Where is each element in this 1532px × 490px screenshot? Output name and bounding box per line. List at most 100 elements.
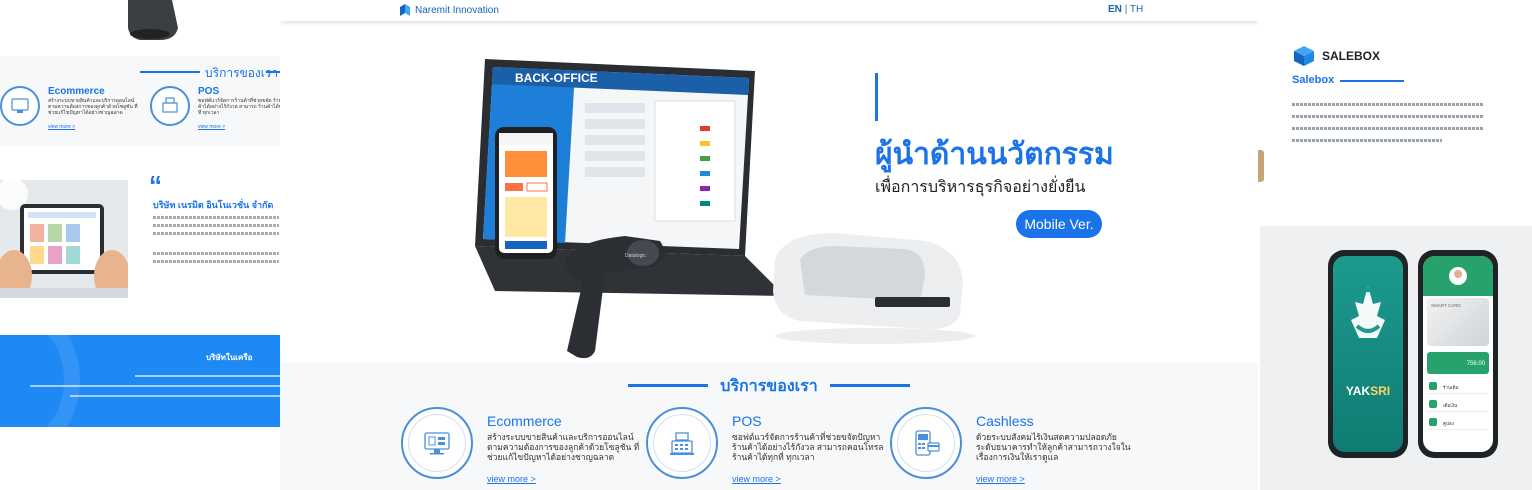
tablet-in-hands-photo xyxy=(0,180,128,298)
wallet-menu-row[interactable]: ร้านเติม xyxy=(1427,380,1489,394)
photo-fragment xyxy=(1258,150,1264,182)
lang-th-link[interactable]: TH xyxy=(1130,4,1143,15)
payment-terminal-icon xyxy=(890,407,962,479)
hero-title: ผู้นำด้านนวัตกรรม xyxy=(875,138,1114,171)
text-line xyxy=(1292,115,1484,118)
yaksri-word-sri: SRI xyxy=(1370,384,1391,398)
mobile-version-button[interactable]: Mobile Ver. xyxy=(1016,210,1102,238)
view-more-link[interactable]: view more > xyxy=(732,474,781,484)
service-name: POS xyxy=(198,86,220,97)
salebox-subtitle: Salebox xyxy=(1292,74,1335,86)
service-name: Cashless xyxy=(976,413,1034,429)
service-desc: ซอฟต์แวร์จัดการร้านค้าที่ช่วยขจัด ร้านค้… xyxy=(198,98,280,116)
phone-image xyxy=(495,127,557,259)
service-desc: สร้างระบบขายสินค้าและบริการออนไลน์ ตามคว… xyxy=(48,98,138,116)
naremit-logo[interactable]: Naremit Innovation xyxy=(398,3,499,17)
salebox-logo-icon xyxy=(1294,46,1314,66)
yaksri-phone-image: YAKSRI xyxy=(1328,250,1408,458)
salebox-brand: SALEBOX xyxy=(1322,49,1381,63)
pos-terminal-image xyxy=(773,233,975,344)
logo-text: Naremit Innovation xyxy=(415,4,499,16)
left-about-section: “ บริษัท เนรมิต อินโนเวชั่น จำกัด xyxy=(0,168,280,313)
divider xyxy=(1340,80,1404,82)
service-name: Ecommerce xyxy=(48,86,105,97)
cash-register-icon xyxy=(150,86,190,126)
text-line xyxy=(153,260,279,263)
text-line xyxy=(135,375,280,377)
service-description: ด้วยระบบสังคมไร้เงินสดความปลอดภัย ระดับธ… xyxy=(976,432,1131,462)
lang-separator: | xyxy=(1124,4,1128,15)
quote-mark-icon: “ xyxy=(149,170,162,200)
affiliates-title: บริษัทในเครือ xyxy=(206,353,253,362)
language-switcher: EN | TH xyxy=(1108,4,1143,15)
text-line xyxy=(153,252,279,255)
text-line xyxy=(153,232,279,235)
view-more-link[interactable]: view more > xyxy=(487,474,536,484)
company-title: บริษัท เนรมิต อินโนเวชั่น จำกัด xyxy=(153,200,274,210)
service-description: สร้างระบบขายสินค้าและบริการออนไลน์ ตามคว… xyxy=(487,432,640,462)
divider xyxy=(266,71,280,73)
view-more-link[interactable]: view more > xyxy=(976,474,1025,484)
smart-card: SMART CARD xyxy=(1427,298,1489,346)
yaksri-logo-icon xyxy=(1351,286,1385,338)
divider xyxy=(140,71,200,73)
hero-subtitle: เพื่อการบริหารธุรกิจอย่างยั่งยืน xyxy=(875,179,1086,196)
smart-card-label: SMART CARD xyxy=(1431,303,1461,308)
view-more-link[interactable]: view more > xyxy=(48,124,75,130)
balance-value: 756.00 xyxy=(1466,361,1485,367)
cash-register-icon xyxy=(646,407,718,479)
wallet-menu-row[interactable]: คูปอง xyxy=(1427,416,1489,430)
menu-icon xyxy=(1429,418,1437,426)
title-divider-right xyxy=(830,384,910,387)
main-page: Naremit Innovation EN | TH BACK-OFFICE D… xyxy=(280,0,1258,490)
text-line xyxy=(70,395,280,397)
wallet-menu-label: คูปอง xyxy=(1443,421,1454,426)
section-title: บริการของเรา xyxy=(205,66,279,80)
affiliates-section: บริษัทในเครือ xyxy=(0,335,280,427)
service-name: Ecommerce xyxy=(487,413,562,429)
text-line xyxy=(1292,139,1442,142)
service-card-pos: POS ซอฟต์แวร์จัดการร้านค้าที่ช่วยขจัดปัญ… xyxy=(646,407,886,487)
menu-icon xyxy=(1429,400,1437,408)
device-fragment-image xyxy=(128,0,178,40)
text-line xyxy=(1292,127,1484,130)
yaksri-showcase: YAKSRI SMART CARD 756.00 ร้านเติม เติมเง… xyxy=(1260,226,1532,490)
text-line xyxy=(153,216,279,219)
service-card-cashless: Cashless ด้วยระบบสังคมไร้เงินสดความปลอดภ… xyxy=(890,407,1131,487)
text-line xyxy=(1292,103,1484,106)
svg-text:Datalogic: Datalogic xyxy=(625,253,646,259)
naremit-logo-icon xyxy=(400,4,410,16)
wallet-menu-label: เติมเงิน xyxy=(1443,403,1458,408)
hero-accent-bar xyxy=(875,73,878,121)
hero-section: BACK-OFFICE Datalogic ผู้นำด้านนวัตกรรม … xyxy=(280,21,1258,363)
wallet-phone-image: SMART CARD 756.00 ร้านเติม เติมเงิน คูปอ… xyxy=(1418,250,1498,458)
yaksri-wordmark: YAKSRI xyxy=(1333,384,1403,398)
left-services-section: บริการของเรา Ecommerce สร้างระบบขายสินค้… xyxy=(0,56,280,146)
text-line xyxy=(153,224,279,227)
left-preview-panel: บริการของเรา Ecommerce สร้างระบบขายสินค้… xyxy=(0,0,280,490)
wallet-menu-label: ร้านเติม xyxy=(1443,385,1459,390)
ecommerce-monitor-icon xyxy=(401,407,473,479)
right-preview-panel: SALEBOX Salebox YAKSRI SMART CARD 756.00… xyxy=(1258,0,1532,490)
top-navbar: Naremit Innovation EN | TH xyxy=(280,0,1258,21)
svg-text:BACK-OFFICE: BACK-OFFICE xyxy=(515,71,598,85)
service-description: ซอฟต์แวร์จัดการร้านค้าที่ช่วยขจัดปัญหา ร… xyxy=(732,432,884,462)
service-card-ecommerce: Ecommerce สร้างระบบขายสินค้าและบริการออน… xyxy=(401,407,641,487)
services-title: บริการของเรา xyxy=(720,378,818,395)
pos-devices-illustration: BACK-OFFICE Datalogic xyxy=(475,59,975,359)
wallet-header xyxy=(1423,256,1493,296)
lang-en-link[interactable]: EN xyxy=(1108,4,1122,15)
decorative-arc xyxy=(0,335,80,427)
wallet-menu-row[interactable]: เติมเงิน xyxy=(1427,398,1489,412)
view-more-link[interactable]: view more > xyxy=(198,124,225,130)
service-name: POS xyxy=(732,413,762,429)
salebox-logo: SALEBOX xyxy=(1292,44,1380,68)
page-collage: บริการของเรา Ecommerce สร้างระบบขายสินค้… xyxy=(0,0,1532,490)
ecommerce-monitor-icon xyxy=(0,86,40,126)
services-section: บริการของเรา Ecommerce สร้างระบบขายสินค้… xyxy=(280,363,1258,490)
barcode-scanner-image: Datalogic xyxy=(565,236,664,359)
yaksri-word-yak: YAK xyxy=(1345,384,1371,398)
balance-card: 756.00 xyxy=(1427,352,1489,374)
menu-icon xyxy=(1429,382,1437,390)
text-line xyxy=(30,385,280,387)
